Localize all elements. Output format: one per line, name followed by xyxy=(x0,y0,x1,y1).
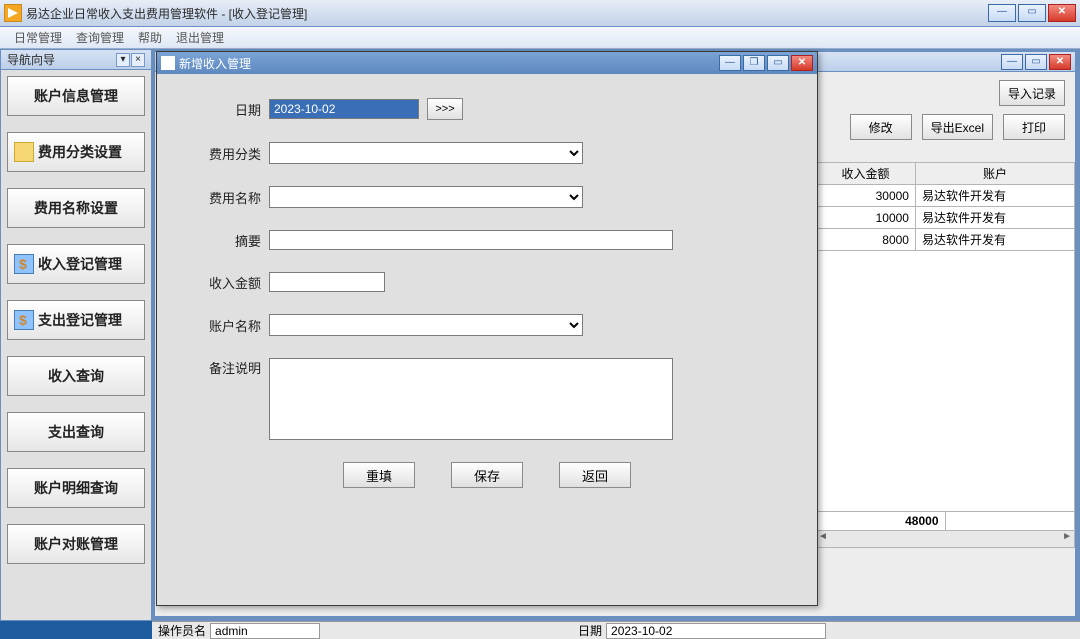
label-name: 费用名称 xyxy=(173,188,269,207)
cell-account: 易达软件开发有 xyxy=(915,207,1074,229)
app-title: 易达企业日常收入支出费用管理软件 - [收入登记管理] xyxy=(26,5,307,22)
dialog-close-button[interactable]: ✕ xyxy=(791,55,813,71)
table-row[interactable]: 8000易达软件开发有 xyxy=(816,229,1075,251)
nav-item-label: 费用名称设置 xyxy=(34,198,118,218)
nav-items: 账户信息管理 费用分类设置 费用名称设置 收入登记管理 支出登记管理 收入查询 … xyxy=(1,70,151,570)
cell-amount: 30000 xyxy=(816,185,916,207)
cell-account: 易达软件开发有 xyxy=(915,185,1074,207)
name-select[interactable] xyxy=(269,186,583,208)
main-titlebar: 易达企业日常收入支出费用管理软件 - [收入登记管理] — ▭ ✕ xyxy=(0,0,1080,27)
date-input[interactable] xyxy=(269,99,419,119)
dialog-minimize-button[interactable]: — xyxy=(719,55,741,71)
folder-icon xyxy=(14,142,34,162)
menu-query[interactable]: 查询管理 xyxy=(76,29,124,46)
status-operator-label: 操作员名 xyxy=(158,622,206,639)
cell-account: 易达软件开发有 xyxy=(915,229,1074,251)
date-picker-button[interactable]: >>> xyxy=(427,98,463,120)
dialog-maximize-button[interactable]: ▭ xyxy=(767,55,789,71)
category-select[interactable] xyxy=(269,142,583,164)
main-window-controls: — ▭ ✕ xyxy=(988,4,1076,22)
table-blank xyxy=(815,251,1075,511)
nav-item-label: 支出查询 xyxy=(48,422,104,442)
table-total-row: 48000 xyxy=(816,512,1075,531)
nav-expense-query[interactable]: 支出查询 xyxy=(7,412,145,452)
horizontal-scrollbar[interactable] xyxy=(815,531,1075,548)
cell-total: 48000 xyxy=(816,512,946,531)
label-summary: 摘要 xyxy=(173,231,269,250)
menu-help[interactable]: 帮助 xyxy=(138,29,162,46)
menubar: 日常管理 查询管理 帮助 退出管理 xyxy=(0,27,1080,49)
child-maximize-button[interactable]: ▭ xyxy=(1025,54,1047,70)
dialog-title: 新增收入管理 xyxy=(179,55,251,72)
main-minimize-button[interactable]: — xyxy=(988,4,1016,22)
nav-account-recon[interactable]: 账户对账管理 xyxy=(7,524,145,564)
nav-header: 导航向导 ▾ × xyxy=(1,50,151,70)
doc-icon xyxy=(14,310,34,330)
dialog-body: 日期 >>> 费用分类 费用名称 摘要 收入金额 账户名称 备注说明 xyxy=(157,74,817,488)
summary-input[interactable] xyxy=(269,230,673,250)
status-operator-value: admin xyxy=(210,623,320,639)
nav-fee-name[interactable]: 费用名称设置 xyxy=(7,188,145,228)
nav-close-icon[interactable]: × xyxy=(131,53,145,67)
label-date: 日期 xyxy=(173,100,269,119)
nav-account-info[interactable]: 账户信息管理 xyxy=(7,76,145,116)
dialog-titlebar: 新增收入管理 — ❐ ▭ ✕ xyxy=(157,52,817,74)
statusbar: 操作员名 admin 日期 2023-10-02 xyxy=(152,621,1080,639)
nav-panel: 导航向导 ▾ × 账户信息管理 费用分类设置 费用名称设置 收入登记管理 支出登… xyxy=(0,49,152,621)
import-button[interactable]: 导入记录 xyxy=(999,80,1065,106)
table-row[interactable]: 30000易达软件开发有 xyxy=(816,185,1075,207)
nav-fee-category[interactable]: 费用分类设置 xyxy=(7,132,145,172)
child-minimize-button[interactable]: — xyxy=(1001,54,1023,70)
dialog-icon xyxy=(161,56,175,70)
menu-exit[interactable]: 退出管理 xyxy=(176,29,224,46)
income-table: 收入金额 账户 30000易达软件开发有 10000易达软件开发有 8000易达… xyxy=(815,162,1075,548)
export-button[interactable]: 导出Excel xyxy=(922,114,993,140)
cell-amount: 8000 xyxy=(816,229,916,251)
nav-income-register[interactable]: 收入登记管理 xyxy=(7,244,145,284)
dialog-restore-button[interactable]: ❐ xyxy=(743,55,765,71)
col-amount[interactable]: 收入金额 xyxy=(816,163,916,185)
cell-amount: 10000 xyxy=(816,207,916,229)
nav-expense-register[interactable]: 支出登记管理 xyxy=(7,300,145,340)
nav-header-label: 导航向导 xyxy=(7,51,55,68)
status-date-label: 日期 xyxy=(578,622,602,639)
back-button[interactable]: 返回 xyxy=(559,462,631,488)
main-maximize-button[interactable]: ▭ xyxy=(1018,4,1046,22)
nav-item-label: 费用分类设置 xyxy=(38,142,122,162)
child-close-button[interactable]: ✕ xyxy=(1049,54,1071,70)
table-row[interactable]: 10000易达软件开发有 xyxy=(816,207,1075,229)
right-toolbar: 导入记录 修改 导出Excel 打印 xyxy=(850,80,1065,140)
nav-item-label: 账户信息管理 xyxy=(34,86,118,106)
nav-item-label: 账户对账管理 xyxy=(34,534,118,554)
cell-blank xyxy=(945,512,1075,531)
remark-textarea[interactable] xyxy=(269,358,673,440)
app-icon xyxy=(4,4,22,22)
amount-input[interactable] xyxy=(269,272,385,292)
reset-button[interactable]: 重填 xyxy=(343,462,415,488)
save-button[interactable]: 保存 xyxy=(451,462,523,488)
nav-income-query[interactable]: 收入查询 xyxy=(7,356,145,396)
main-close-button[interactable]: ✕ xyxy=(1048,4,1076,22)
nav-item-label: 收入查询 xyxy=(48,366,104,386)
modify-button[interactable]: 修改 xyxy=(850,114,912,140)
print-button[interactable]: 打印 xyxy=(1003,114,1065,140)
label-category: 费用分类 xyxy=(173,144,269,163)
doc-icon xyxy=(14,254,34,274)
nav-dropdown-icon[interactable]: ▾ xyxy=(116,53,130,67)
col-account[interactable]: 账户 xyxy=(915,163,1074,185)
label-remark: 备注说明 xyxy=(173,358,269,377)
add-income-dialog: 新增收入管理 — ❐ ▭ ✕ 日期 >>> 费用分类 费用名称 摘要 收入金额 xyxy=(156,51,818,606)
nav-account-detail[interactable]: 账户明细查询 xyxy=(7,468,145,508)
nav-item-label: 账户明细查询 xyxy=(34,478,118,498)
label-account: 账户名称 xyxy=(173,316,269,335)
menu-daily[interactable]: 日常管理 xyxy=(14,29,62,46)
account-select[interactable] xyxy=(269,314,583,336)
status-date-value: 2023-10-02 xyxy=(606,623,826,639)
label-amount: 收入金额 xyxy=(173,273,269,292)
nav-item-label: 收入登记管理 xyxy=(38,254,122,274)
nav-item-label: 支出登记管理 xyxy=(38,310,122,330)
